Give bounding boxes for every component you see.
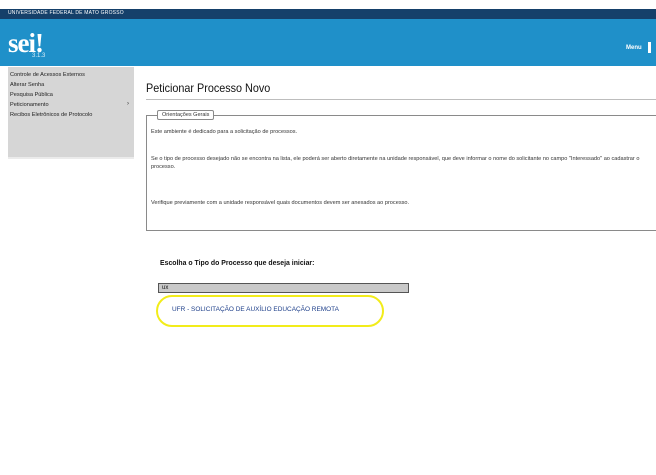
guidance-paragraph: Se o tipo de processo desejado não se en…	[151, 156, 640, 170]
page-title: Peticionar Processo Novo	[146, 81, 271, 95]
chevron-right-icon[interactable]: ›	[127, 101, 129, 107]
menu-button[interactable]: Menu	[626, 45, 642, 51]
version-label: 3.1.3	[32, 53, 46, 59]
sidebar-item-alterar-senha[interactable]: Alterar Senha	[10, 82, 44, 88]
menu-icon[interactable]	[648, 42, 651, 53]
institution-bar: UNIVERSIDADE FEDERAL DE MATO GROSSO	[0, 9, 656, 19]
guidance-paragraph: Este ambiente é dedicado para a solicita…	[151, 129, 298, 135]
sidebar-item-peticionamento[interactable]: Peticionamento	[10, 102, 49, 108]
sidebar: Controle de Acessos Externos Alterar Sen…	[8, 67, 134, 157]
process-type-option[interactable]: UFR - SOLICITAÇÃO DE AUXÍLIO EDUCAÇÃO RE…	[172, 306, 339, 313]
app-header: sei! 3.1.3 Menu	[0, 19, 656, 66]
sidebar-item-pesquisa-publica[interactable]: Pesquisa Pública	[10, 92, 53, 98]
general-guidance-fieldset: Orientações Gerais Este ambiente é dedic…	[146, 110, 656, 231]
sidebar-item-recibos[interactable]: Recibos Eletrônicos de Protocolo	[10, 112, 92, 118]
process-type-label: Escolha o Tipo do Processo que deseja in…	[160, 258, 315, 267]
title-divider	[146, 99, 656, 100]
guidance-paragraph: Verifique previamente com a unidade resp…	[151, 200, 410, 206]
institution-name: UNIVERSIDADE FEDERAL DE MATO GROSSO	[8, 10, 124, 16]
fieldset-legend: Orientações Gerais	[157, 110, 215, 120]
sidebar-divider	[8, 157, 134, 159]
main-content: Peticionar Processo Novo Orientações Ger…	[134, 67, 656, 475]
process-type-input[interactable]: ux	[158, 283, 409, 293]
sidebar-item-controle-acessos[interactable]: Controle de Acessos Externos	[10, 72, 85, 78]
